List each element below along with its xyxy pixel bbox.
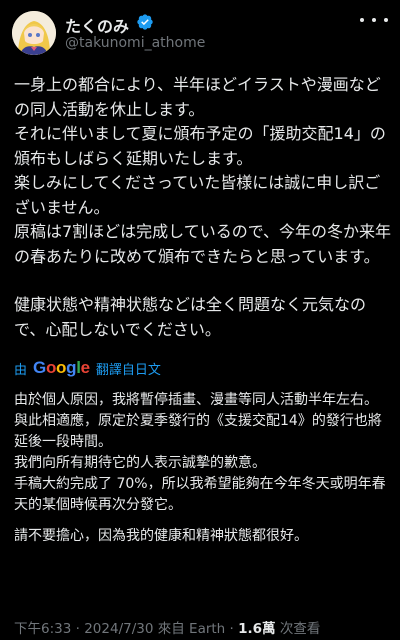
post-source: 來自 Earth (157, 621, 226, 637)
post-paragraph: 一身上の都合により、半年ほどイラストや漫画などの同人活動を休止します。 それに伴… (14, 75, 392, 266)
post-time[interactable]: 下午6:33 (14, 621, 71, 637)
views-count: 1.6萬 (238, 621, 276, 637)
post-meta: 下午6:33 · 2024/7/30 來自 Earth · 1.6萬 次查看 (14, 617, 320, 637)
meta-separator: · (229, 621, 234, 637)
verified-badge-icon (136, 13, 154, 31)
post-text: 一身上の都合により、半年ほどイラストや漫画などの同人活動を休止します。 それに伴… (14, 73, 392, 342)
more-horizontal-icon[interactable] (360, 10, 388, 30)
translated-paragraph: 由於個人原因，我將暫停插畫、漫畫等同人活動半年左右。 與此相適應，原定於夏季發行… (14, 392, 386, 513)
avatar[interactable] (12, 11, 56, 55)
post-paragraph: 健康状態や精神状態などは全く問題なく元気なので、心配しないでください。 (14, 295, 367, 339)
translation-attribution[interactable]: 由 Google 翻譯自日文 (14, 357, 294, 379)
google-logo: Google (33, 358, 90, 377)
translated-paragraph: 請不要擔心，因為我的健康和精神狀態都很好。 (14, 528, 308, 544)
translated-by-label: 由 (14, 362, 28, 378)
translated-text: 由於個人原因，我將暫停插畫、漫畫等同人活動半年左右。 與此相適應，原定於夏季發行… (14, 390, 392, 547)
post-header: たくのみ @takunomi_athome (0, 0, 400, 64)
author-handle[interactable]: @takunomi_athome (65, 35, 205, 51)
translation-source-label: 翻譯自日文 (95, 362, 161, 378)
meta-separator: · (75, 621, 80, 637)
avatar-illustration (12, 11, 56, 55)
post-date[interactable]: 2024/7/30 (84, 621, 153, 637)
author-display-name[interactable]: たくのみ (65, 13, 129, 37)
views-label: 次查看 (279, 621, 321, 637)
